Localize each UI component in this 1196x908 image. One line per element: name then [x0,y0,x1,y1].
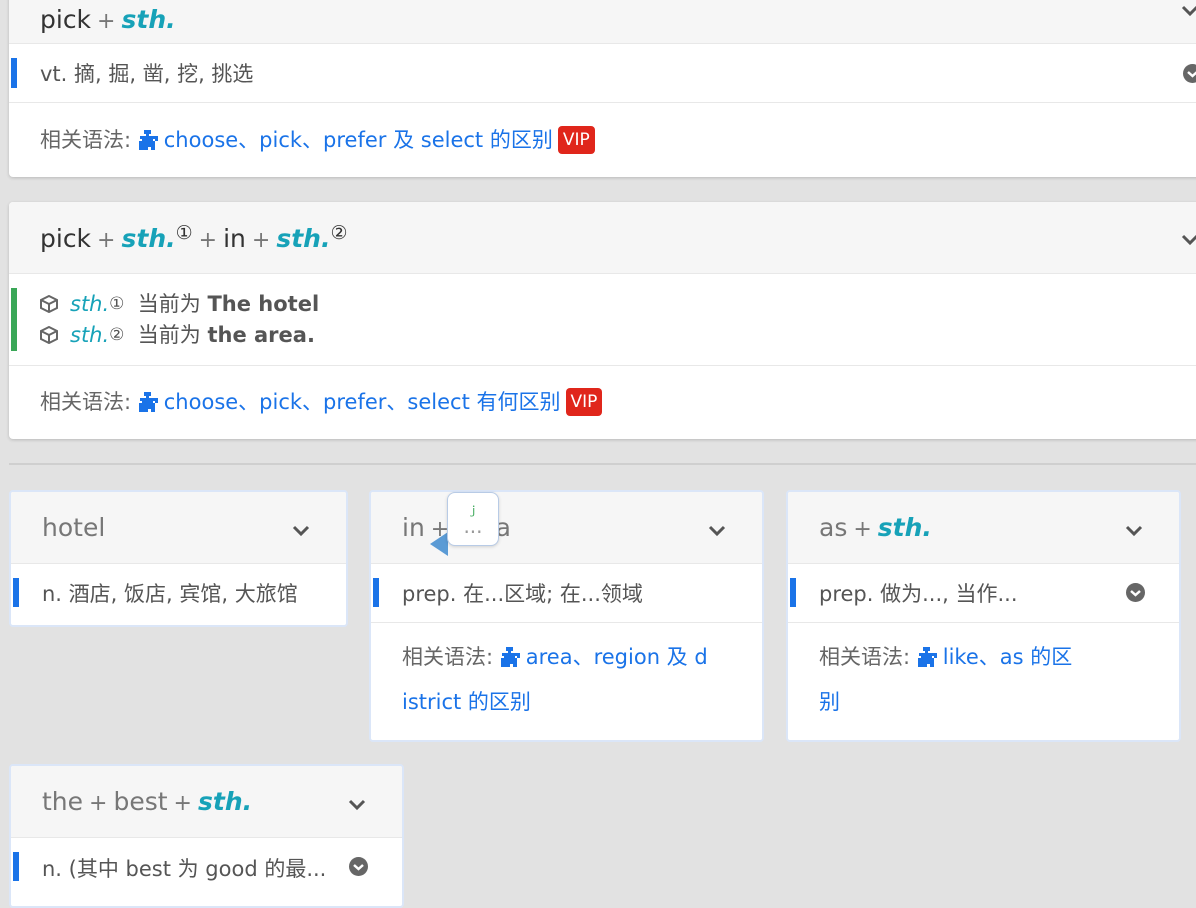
pattern-card-pick-sth: pick + sth. vt. 摘, 掘, 凿, 挖, 挑选 相关语法: choos… [9,0,1196,177]
puzzle-icon [138,392,158,412]
section-divider [9,463,1196,465]
pattern-header[interactable]: as + sth. [788,492,1179,564]
definition-marker [790,578,796,607]
pattern-card-the-best-sth: the + best + sth. n. (其中 best 为 good 的最... [9,764,404,908]
pattern-text: pick + sth. [40,5,176,34]
definition-row: vt. 摘, 掘, 凿, 挖, 挑选 [9,44,1196,103]
related-grammar: 相关语法: like、as 的区 别 [819,635,1072,725]
definition-text: n. 酒店, 饭店, 宾馆, 大旅馆 [42,581,298,606]
definition-marker [11,58,17,88]
definition-row: n. (其中 best 为 good 的最... [11,838,402,897]
related-grammar: 相关语法: choose、pick、prefer、select 有何区别 VIP [40,380,603,425]
chevron-down-icon[interactable] [1125,522,1143,540]
tooltip-arrow [430,532,448,556]
related-grammar-row: 相关语法: choose、pick、prefer 及 select 的区别 VIP [9,103,1196,177]
definition-row: prep. 做为..., 当作... [788,564,1179,623]
related-label: 相关语法: [402,645,500,669]
definition-marker [13,578,19,607]
related-grammar: 相关语法: choose、pick、prefer 及 select 的区别 VIP [40,118,595,163]
related-label: 相关语法: [40,127,138,152]
chevron-down-icon[interactable] [292,522,310,540]
pattern-card-pick-sth-in-sth: pick + sth.① + in + sth.② sth. ① 当前为 The hotel … [9,202,1196,439]
tooltip-ellipsis: ... [463,514,483,538]
related-grammar: 相关语法: area、region 及 d istrict 的区别 [402,635,708,725]
definition-row: n. 酒店, 饭店, 宾馆, 大旅馆 [11,564,346,621]
tooltip-mark: ｊ [467,504,479,517]
pattern-header[interactable]: pick + sth.① + in + sth.② [9,202,1196,274]
chevron-down-icon[interactable] [1181,231,1196,249]
vip-badge: VIP [557,125,595,154]
definition-text: prep. 做为..., 当作... [819,582,1018,606]
word-header[interactable]: hotel [11,492,346,564]
slot-item: sth. ② 当前为 the area. [40,320,319,351]
pattern-text: pick + sth.① + in + sth.② [40,222,348,253]
definition-marker [373,578,379,607]
related-grammar-link[interactable]: choose、pick、prefer 及 select 的区别 [164,128,553,152]
chevron-down-icon[interactable] [708,522,726,540]
definition-row: prep. 在...区域; 在...领域 [371,564,762,623]
related-grammar-row: 相关语法: area、region 及 d istrict 的区别 [371,623,762,736]
puzzle-icon [138,129,158,150]
word-text: hotel [42,513,106,542]
definition-text: vt. 摘, 掘, 凿, 挖, 挑选 [40,62,254,86]
expand-circle-icon[interactable] [1183,64,1196,83]
related-label: 相关语法: [40,390,138,414]
related-grammar-link-cont[interactable]: istrict 的区别 [402,690,531,714]
related-grammar-link[interactable]: choose、pick、prefer、select 有何区别 [164,390,561,414]
expand-circle-icon[interactable] [349,857,368,876]
cube-icon [40,326,58,344]
definition-text: n. (其中 best 为 good 的最... [42,856,327,881]
related-grammar-row: 相关语法: choose、pick、prefer、select 有何区别 VIP [9,366,1196,439]
pattern-text: the + best + sth. [42,787,253,816]
pattern-text: as + sth. [819,513,932,542]
chevron-down-icon[interactable] [1181,2,1196,20]
word-card-hotel: hotel n. 酒店, 饭店, 宾馆, 大旅馆 [9,490,348,627]
related-grammar-row: 相关语法: like、as 的区 别 [788,623,1179,736]
slot-values-row: sth. ① 当前为 The hotel sth. ② 当前为 the area. [9,274,1196,366]
related-grammar-link[interactable]: area、region 及 d [526,645,708,669]
hover-tooltip[interactable]: ｊ ... [447,492,499,546]
pattern-card-as-sth: as + sth. prep. 做为..., 当作... 相关语法: like、as… [786,490,1181,742]
vip-badge: VIP [565,388,603,416]
pattern-header[interactable]: pick + sth. [9,0,1196,44]
slot-list: sth. ① 当前为 The hotel sth. ② 当前为 the area. [40,289,319,351]
slot-marker [11,288,17,351]
pattern-header[interactable]: the + best + sth. [11,766,402,838]
puzzle-icon [917,647,937,667]
related-grammar-link[interactable]: like、as 的区 [943,645,1073,669]
cube-icon [40,295,58,313]
definition-marker [13,852,19,881]
definition-text: prep. 在...区域; 在...领域 [402,582,643,606]
related-grammar-link-cont[interactable]: 别 [819,690,840,714]
chevron-down-icon[interactable] [348,796,366,814]
expand-circle-icon[interactable] [1126,583,1145,602]
pattern-card-in-area: in+area prep. 在...区域; 在...领域 相关语法: area、… [369,490,764,742]
related-label: 相关语法: [819,645,917,669]
slot-item: sth. ① 当前为 The hotel [40,289,319,320]
puzzle-icon [500,647,520,667]
